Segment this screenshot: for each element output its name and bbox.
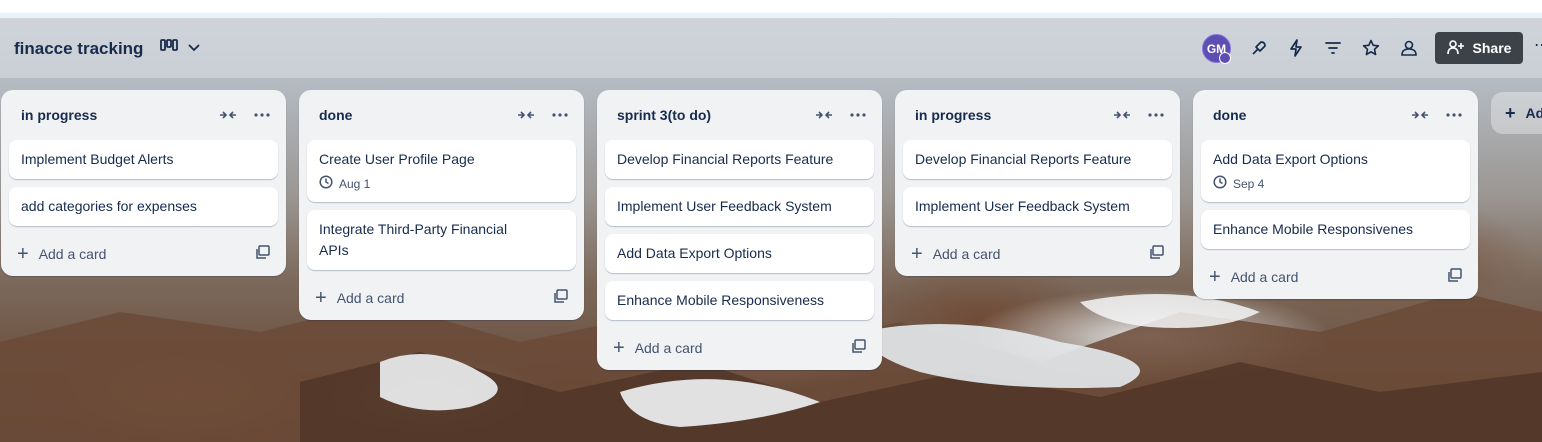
add-card-row: + Add a card bbox=[9, 232, 278, 276]
due-date-text: Sep 4 bbox=[1233, 177, 1265, 191]
more-icon[interactable]: ⋯ bbox=[1534, 35, 1542, 55]
add-card-button[interactable]: + Add a card bbox=[315, 287, 405, 309]
add-card-button[interactable]: + Add a card bbox=[911, 243, 1001, 265]
more-icon[interactable] bbox=[848, 107, 868, 123]
list-header[interactable]: in progress bbox=[903, 90, 1172, 140]
card-title: Implement Budget Alerts bbox=[21, 151, 174, 167]
card[interactable]: Enhance Mobile Responsiveness bbox=[605, 281, 874, 320]
list-sprint-3: sprint 3(to do) Develop Financial Report… bbox=[597, 90, 882, 370]
view-switcher[interactable] bbox=[160, 38, 200, 55]
add-card-button[interactable]: + Add a card bbox=[17, 243, 107, 265]
list-in-progress-2: in progress Develop Financial Reports Fe… bbox=[895, 90, 1180, 276]
add-card-label: Add a card bbox=[932, 246, 1001, 262]
card-title: Develop Financial Reports Feature bbox=[617, 151, 834, 167]
due-date-badge[interactable]: Sep 4 bbox=[1213, 175, 1458, 193]
board-view-icon bbox=[160, 38, 178, 55]
add-card-label: Add a card bbox=[336, 290, 405, 306]
card-title: Create User Profile Page bbox=[319, 151, 475, 167]
collapse-icon[interactable] bbox=[516, 107, 536, 123]
card-title: Develop Financial Reports Feature bbox=[915, 151, 1132, 167]
card[interactable]: Implement User Feedback System bbox=[903, 187, 1172, 226]
share-label: Share bbox=[1472, 40, 1512, 56]
add-card-button[interactable]: + Add a card bbox=[1209, 266, 1299, 288]
more-icon[interactable] bbox=[1146, 107, 1166, 123]
list-title[interactable]: done bbox=[319, 107, 352, 123]
star-icon[interactable] bbox=[1358, 35, 1384, 61]
collapse-icon[interactable] bbox=[814, 107, 834, 123]
add-list-button[interactable]: + Ad bbox=[1491, 92, 1542, 134]
card-title: Integrate Third-Party Financial APIs bbox=[319, 221, 508, 258]
plus-icon: + bbox=[17, 243, 29, 265]
list-title[interactable]: in progress bbox=[21, 107, 97, 123]
list-header[interactable]: done bbox=[307, 90, 576, 140]
template-icon[interactable] bbox=[554, 288, 568, 308]
card-title: Enhance Mobile Responsivenes bbox=[1213, 221, 1414, 237]
top-bar bbox=[0, 0, 1542, 18]
list-header[interactable]: done bbox=[1201, 90, 1470, 140]
filter-icon[interactable] bbox=[1320, 35, 1346, 61]
card[interactable]: Enhance Mobile Responsivenes bbox=[1201, 210, 1470, 249]
board-title[interactable]: finacce tracking bbox=[14, 39, 143, 59]
card[interactable]: Add Data Export Options Sep 4 bbox=[1201, 140, 1470, 202]
template-icon[interactable] bbox=[256, 244, 270, 264]
clock-icon bbox=[1213, 175, 1227, 193]
collapse-icon[interactable] bbox=[218, 107, 238, 123]
list-header[interactable]: sprint 3(to do) bbox=[605, 90, 874, 140]
plus-icon: + bbox=[315, 287, 327, 309]
card-title: Enhance Mobile Responsiveness bbox=[617, 292, 825, 308]
more-icon[interactable] bbox=[550, 107, 570, 123]
add-list-label: Ad bbox=[1525, 105, 1542, 121]
card[interactable]: add categories for expenses bbox=[9, 187, 278, 226]
add-card-label: Add a card bbox=[1230, 269, 1299, 285]
add-card-row: + Add a card bbox=[307, 276, 576, 320]
due-date-text: Aug 1 bbox=[339, 177, 371, 191]
due-date-badge[interactable]: Aug 1 bbox=[319, 175, 564, 193]
power-ups-icon[interactable] bbox=[1246, 35, 1272, 61]
card[interactable]: Implement Budget Alerts bbox=[9, 140, 278, 179]
collapse-icon[interactable] bbox=[1410, 107, 1430, 123]
plus-icon: + bbox=[911, 243, 923, 265]
add-card-label: Add a card bbox=[634, 340, 703, 356]
collapse-icon[interactable] bbox=[1112, 107, 1132, 123]
plus-icon: + bbox=[1209, 266, 1221, 288]
add-card-label: Add a card bbox=[38, 246, 107, 262]
add-card-row: + Add a card bbox=[1201, 255, 1470, 299]
card-title: Add Data Export Options bbox=[1213, 151, 1368, 167]
card-title: Add Data Export Options bbox=[617, 245, 772, 261]
plus-icon: + bbox=[1505, 102, 1516, 123]
chevron-down-icon bbox=[188, 39, 200, 55]
members-icon[interactable] bbox=[1396, 35, 1422, 61]
card[interactable]: Create User Profile Page Aug 1 bbox=[307, 140, 576, 202]
card[interactable]: Integrate Third-Party Financial APIs bbox=[307, 210, 576, 270]
list-title[interactable]: sprint 3(to do) bbox=[617, 107, 711, 123]
plus-icon: + bbox=[613, 337, 625, 359]
list-title[interactable]: in progress bbox=[915, 107, 991, 123]
card[interactable]: Develop Financial Reports Feature bbox=[903, 140, 1172, 179]
admin-badge-icon bbox=[1219, 52, 1231, 64]
card-title: Implement User Feedback System bbox=[617, 198, 832, 214]
automation-icon[interactable] bbox=[1283, 35, 1309, 61]
list-done-2: done Add Data Export Options Sep 4 Enhan… bbox=[1193, 90, 1478, 299]
card[interactable]: Develop Financial Reports Feature bbox=[605, 140, 874, 179]
add-person-icon bbox=[1446, 39, 1465, 58]
list-title[interactable]: done bbox=[1213, 107, 1246, 123]
list-in-progress: in progress Implement Budget Alerts add … bbox=[1, 90, 286, 276]
card-title: Implement User Feedback System bbox=[915, 198, 1130, 214]
card-title: add categories for expenses bbox=[21, 198, 197, 214]
template-icon[interactable] bbox=[1448, 267, 1462, 287]
list-header[interactable]: in progress bbox=[9, 90, 278, 140]
add-card-button[interactable]: + Add a card bbox=[613, 337, 703, 359]
list-done: done Create User Profile Page Aug 1 Inte… bbox=[299, 90, 584, 320]
board-header: finacce tracking bbox=[0, 18, 1542, 78]
add-card-row: + Add a card bbox=[903, 232, 1172, 276]
more-icon[interactable] bbox=[1444, 107, 1464, 123]
card[interactable]: Implement User Feedback System bbox=[605, 187, 874, 226]
card[interactable]: Add Data Export Options bbox=[605, 234, 874, 273]
add-card-row: + Add a card bbox=[605, 326, 874, 370]
template-icon[interactable] bbox=[852, 338, 866, 358]
template-icon[interactable] bbox=[1150, 244, 1164, 264]
share-button[interactable]: Share bbox=[1435, 32, 1523, 64]
clock-icon bbox=[319, 175, 333, 193]
more-icon[interactable] bbox=[252, 107, 272, 123]
